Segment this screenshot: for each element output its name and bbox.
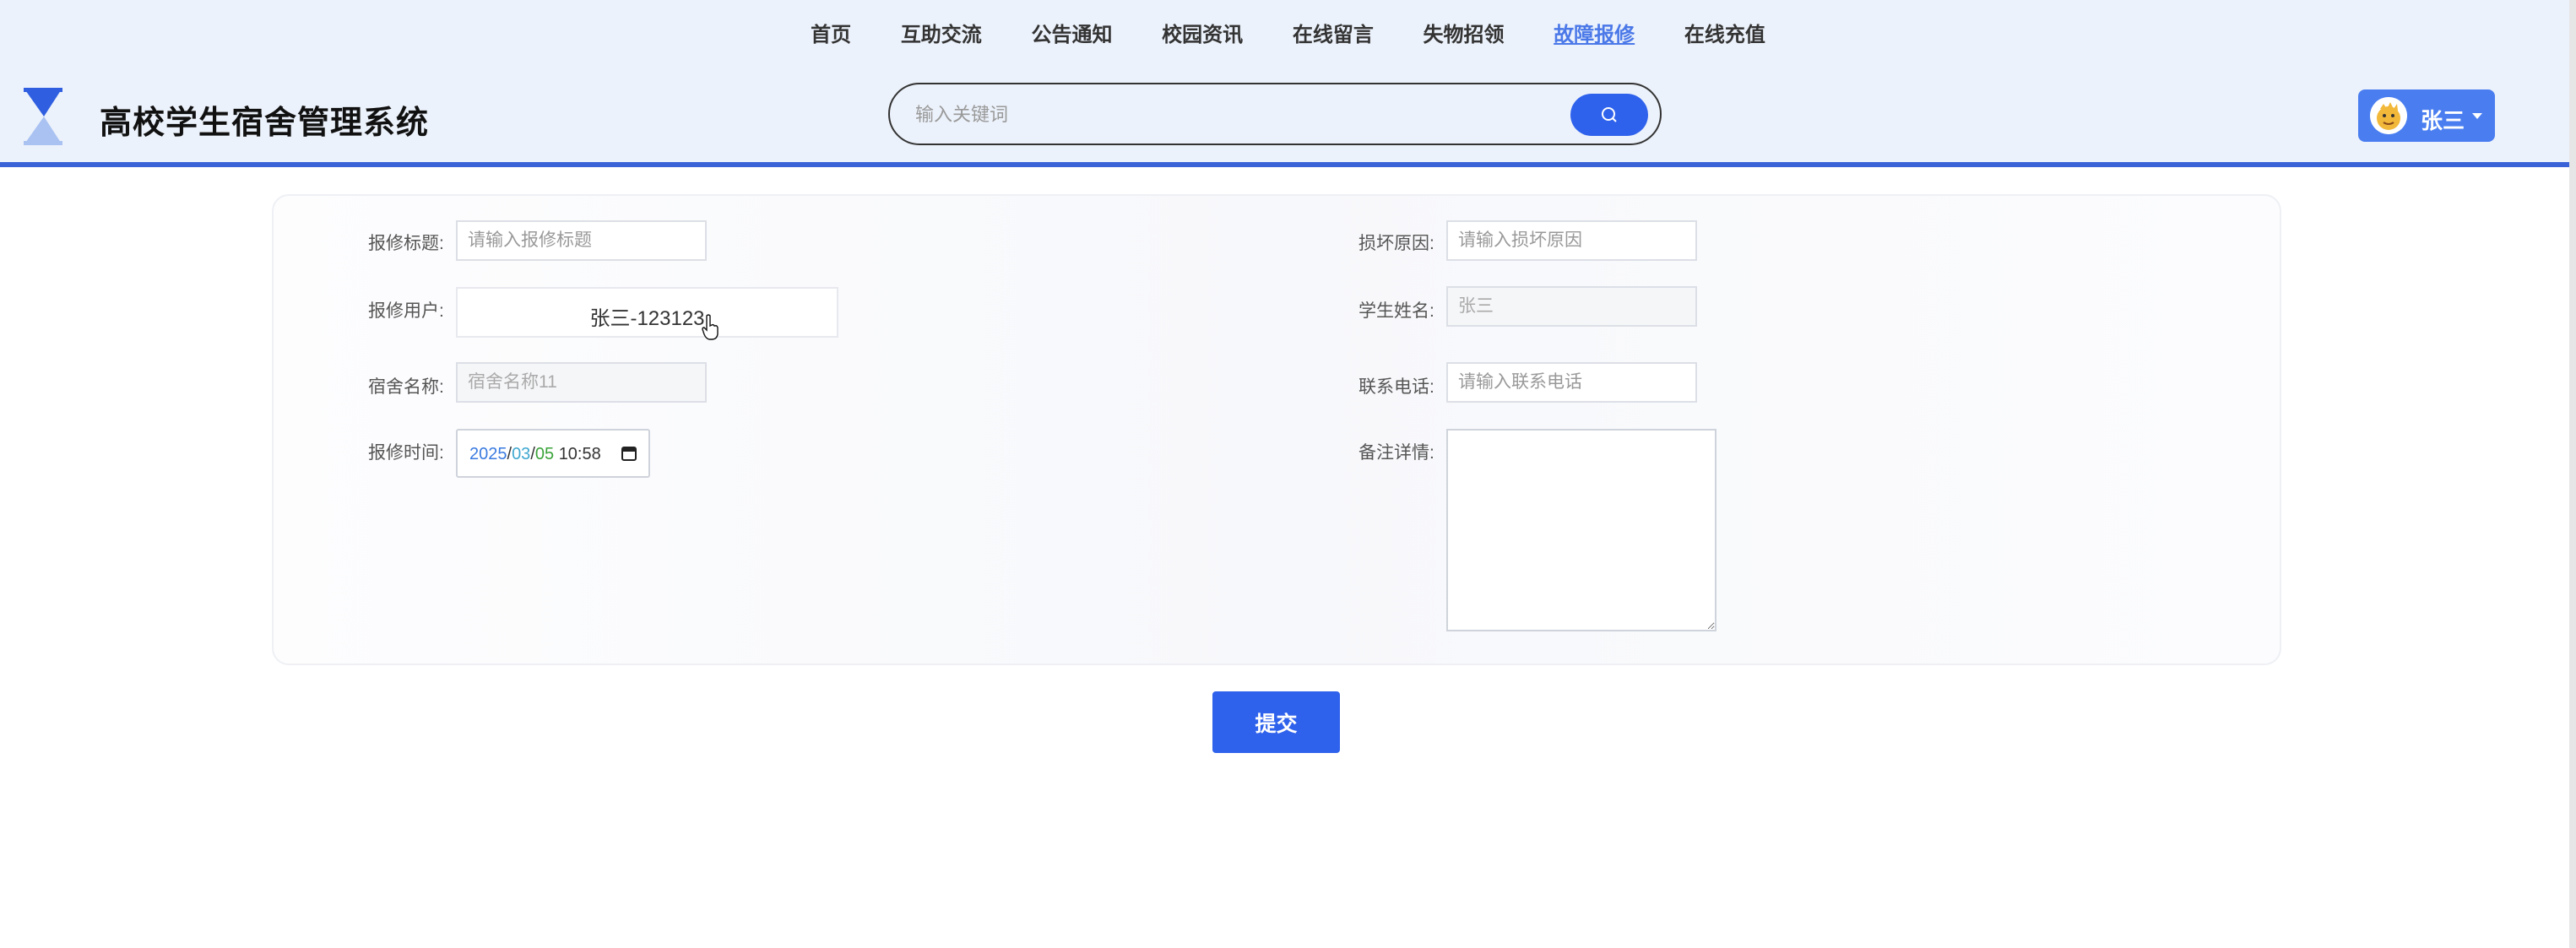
nav-item-campus-news[interactable]: 校园资讯: [1162, 20, 1243, 51]
caret-down-icon: [2472, 113, 2482, 119]
repair-title-label: 报修标题:: [368, 234, 444, 253]
search-bar: [888, 83, 1662, 145]
nav-item-repair[interactable]: 故障报修: [1554, 20, 1635, 51]
search-input[interactable]: [914, 96, 1575, 133]
avatar-icon: [2370, 97, 2407, 134]
pointer-cursor-icon: [702, 314, 719, 340]
nav-item-messages[interactable]: 在线留言: [1293, 20, 1374, 51]
top-nav: 首页 互助交流 公告通知 校园资讯 在线留言 失物招领 故障报修 在线充值: [0, 20, 2576, 51]
submit-button[interactable]: 提交: [1212, 691, 1340, 753]
scrollbar[interactable]: [2569, 0, 2576, 948]
hourglass-icon: [24, 88, 62, 145]
student-name-field: [1446, 286, 1697, 327]
nav-item-forum[interactable]: 互助交流: [901, 20, 982, 51]
repair-title-input[interactable]: [456, 220, 707, 261]
nav-item-home[interactable]: 首页: [811, 20, 851, 51]
nav-item-recharge[interactable]: 在线充值: [1684, 20, 1765, 51]
site-header: 首页 互助交流 公告通知 校园资讯 在线留言 失物招领 故障报修 在线充值 高校…: [0, 0, 2576, 167]
user-name: 张三: [2421, 108, 2465, 133]
remarks-textarea[interactable]: [1446, 429, 1716, 631]
phone-label: 联系电话:: [1359, 377, 1434, 397]
search-icon: [1602, 107, 1617, 122]
repair-time-picker[interactable]: 2025/03/05 10:58: [456, 429, 650, 478]
repair-user-value: 张三-123123: [589, 307, 705, 330]
damage-reason-label: 损坏原因:: [1359, 234, 1434, 253]
remarks-label: 备注详情:: [1359, 443, 1434, 463]
search-button[interactable]: [1570, 94, 1648, 136]
user-menu-button[interactable]: 张三: [2358, 89, 2495, 142]
site-title: 高校学生宿舍管理系统: [100, 106, 430, 141]
nav-item-notices[interactable]: 公告通知: [1031, 20, 1112, 51]
dorm-name-field: [456, 362, 707, 403]
dorm-name-label: 宿舍名称:: [368, 377, 444, 397]
repair-user-select[interactable]: 张三-123123: [456, 287, 838, 338]
calendar-icon[interactable]: [620, 444, 638, 463]
repair-time-value: 2025/03/05 10:58: [469, 445, 601, 463]
phone-input[interactable]: [1446, 362, 1697, 403]
repair-user-label: 报修用户:: [368, 301, 444, 321]
nav-item-lost-found[interactable]: 失物招领: [1424, 20, 1505, 51]
damage-reason-input[interactable]: [1446, 220, 1697, 261]
repair-time-label: 报修时间:: [368, 443, 444, 463]
student-name-label: 学生姓名:: [1359, 301, 1434, 321]
